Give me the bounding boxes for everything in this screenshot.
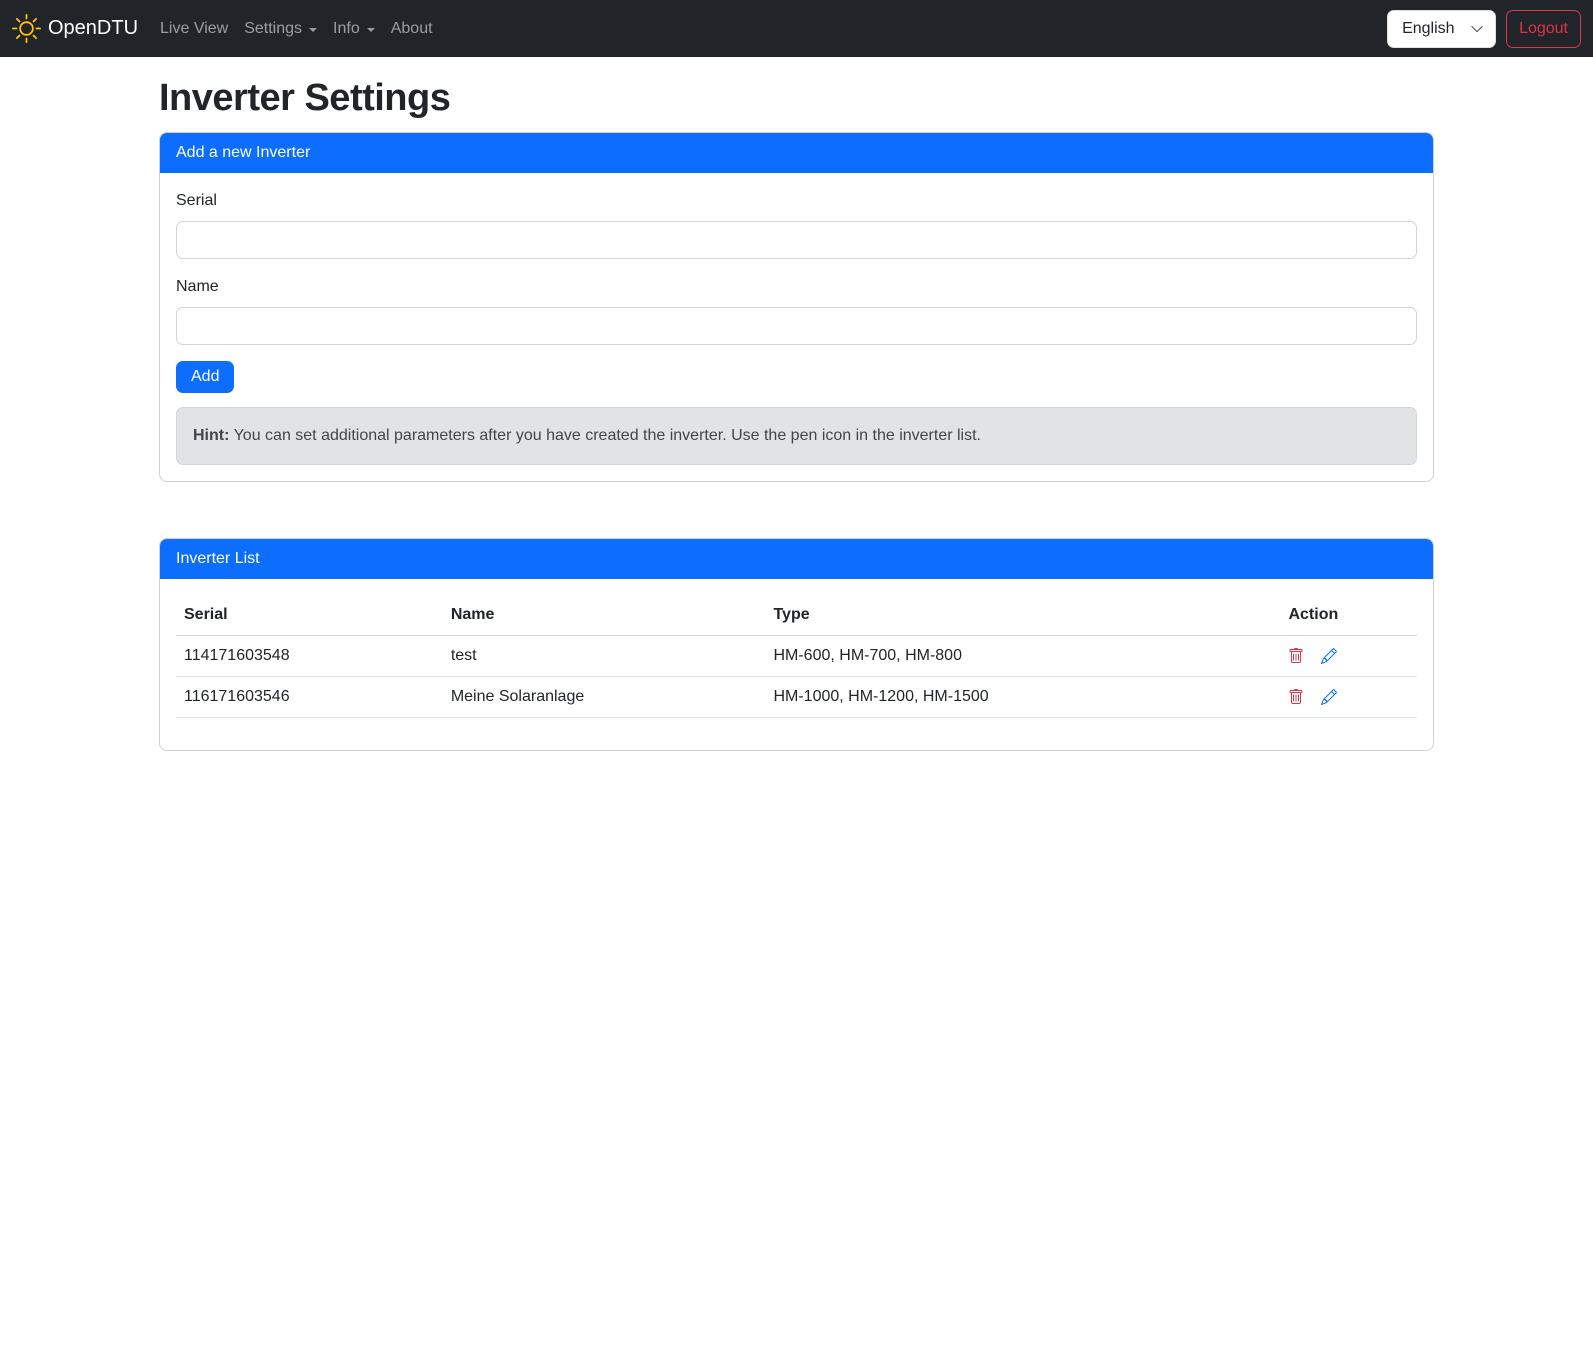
nav-item-label: Live View <box>160 20 228 38</box>
hint-text: You can set additional parameters after … <box>229 427 981 444</box>
edit-inverter-button[interactable] <box>1321 689 1337 705</box>
hint-label: Hint: <box>193 427 229 444</box>
nav-item-settings[interactable]: Settings <box>236 12 325 46</box>
caret-down-icon <box>309 28 317 32</box>
add-inverter-card-header: Add a new Inverter <box>160 133 1433 173</box>
cell-action <box>1280 636 1417 677</box>
column-header-name: Name <box>443 595 766 636</box>
cell-serial: 114171603548 <box>176 636 443 677</box>
edit-inverter-button[interactable] <box>1321 648 1337 664</box>
column-header-serial: Serial <box>176 595 443 636</box>
brand-link[interactable]: OpenDTU <box>12 14 138 43</box>
pencil-icon <box>1321 648 1337 664</box>
cell-type: HM-600, HM-700, HM-800 <box>765 636 1280 677</box>
delete-inverter-button[interactable] <box>1288 648 1304 664</box>
language-select-wrap: English <box>1387 10 1496 48</box>
table-header-row: Serial Name Type Action <box>176 595 1417 636</box>
delete-inverter-button[interactable] <box>1288 689 1304 705</box>
cell-name: test <box>443 636 766 677</box>
hint-alert: Hint: You can set additional parameters … <box>176 407 1417 465</box>
sun-icon <box>12 14 41 43</box>
add-inverter-card-body: Serial Name Add Hint: You can set additi… <box>160 173 1433 481</box>
navbar: OpenDTU Live View Settings Info About En… <box>0 0 1593 57</box>
add-button[interactable]: Add <box>176 361 234 393</box>
cell-action <box>1280 677 1417 718</box>
brand-label: OpenDTU <box>48 17 138 40</box>
table-row: 114171603548 test HM-600, HM-700, HM-800 <box>176 636 1417 677</box>
nav-item-label: Settings <box>244 20 302 38</box>
name-input[interactable] <box>176 307 1417 345</box>
add-inverter-card: Add a new Inverter Serial Name Add Hint:… <box>159 132 1434 482</box>
column-header-type: Type <box>765 595 1280 636</box>
navbar-right: English Logout <box>1387 10 1581 48</box>
inverter-list-card: Inverter List Serial Name Type Action 11… <box>159 538 1434 751</box>
caret-down-icon <box>367 28 375 32</box>
inverter-list-card-body: Serial Name Type Action 114171603548 tes… <box>160 579 1433 750</box>
logout-button[interactable]: Logout <box>1506 10 1581 48</box>
cell-type: HM-1000, HM-1200, HM-1500 <box>765 677 1280 718</box>
serial-input[interactable] <box>176 221 1417 259</box>
inverter-list-card-header: Inverter List <box>160 539 1433 579</box>
nav-item-live-view[interactable]: Live View <box>152 12 236 46</box>
page-title: Inverter Settings <box>159 77 1434 120</box>
serial-label: Serial <box>176 189 1417 213</box>
nav-item-info[interactable]: Info <box>325 12 383 46</box>
language-select[interactable]: English <box>1387 10 1496 48</box>
column-header-action: Action <box>1280 595 1417 636</box>
nav-menu: Live View Settings Info About <box>152 12 441 46</box>
nav-item-label: About <box>391 20 433 38</box>
nav-item-label: Info <box>333 20 360 38</box>
cell-serial: 116171603546 <box>176 677 443 718</box>
inverter-table: Serial Name Type Action 114171603548 tes… <box>176 595 1417 718</box>
cell-name: Meine Solaranlage <box>443 677 766 718</box>
trash-icon <box>1288 648 1304 664</box>
pencil-icon <box>1321 689 1337 705</box>
main-container: Inverter Settings Add a new Inverter Ser… <box>159 77 1434 751</box>
table-row: 116171603546 Meine Solaranlage HM-1000, … <box>176 677 1417 718</box>
nav-item-about[interactable]: About <box>383 12 441 46</box>
trash-icon <box>1288 689 1304 705</box>
name-label: Name <box>176 275 1417 299</box>
